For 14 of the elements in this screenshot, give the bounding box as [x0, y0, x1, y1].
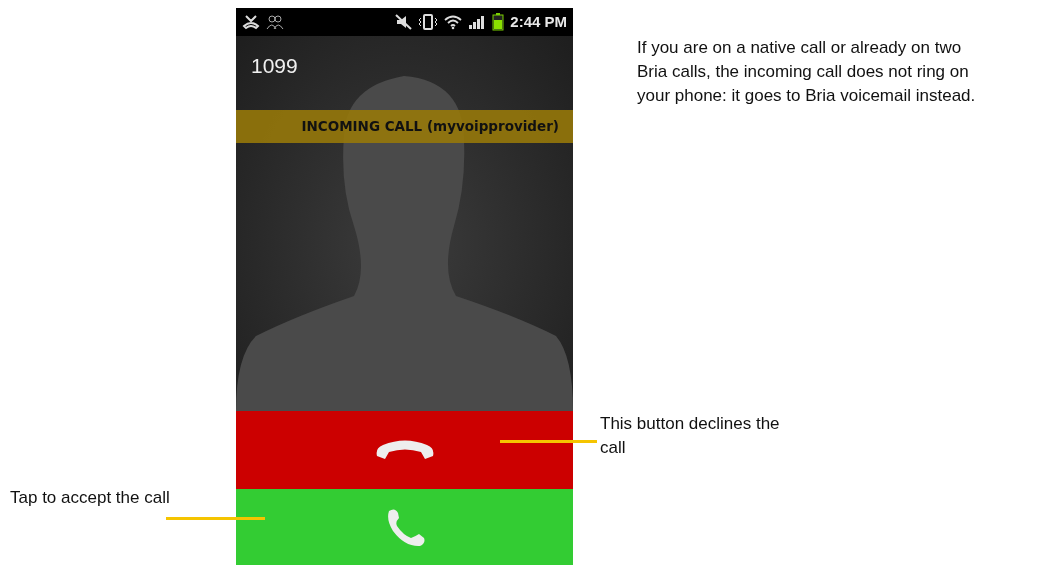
- incoming-call-banner: INCOMING CALL (myvoipprovider): [236, 110, 573, 143]
- missed-call-icon: [242, 14, 260, 30]
- decline-button[interactable]: [236, 411, 573, 489]
- battery-icon: [492, 13, 505, 31]
- vibrate-icon: [418, 14, 439, 30]
- annotation-text: This button declines the call: [600, 413, 781, 459]
- caller-number: 1099: [251, 53, 298, 79]
- mute-icon: [394, 14, 413, 30]
- people-icon: [266, 14, 284, 30]
- status-time: 2:44 PM: [510, 11, 567, 32]
- signal-icon: [468, 14, 487, 30]
- wifi-icon: [444, 14, 463, 30]
- annotation-text: If you are on a native call or already on two Bria calls, the incoming call does not ring on your phone: it goes to Bria voicemail instead.: [637, 37, 977, 107]
- annotation-text: Tap to accept the call: [10, 487, 171, 509]
